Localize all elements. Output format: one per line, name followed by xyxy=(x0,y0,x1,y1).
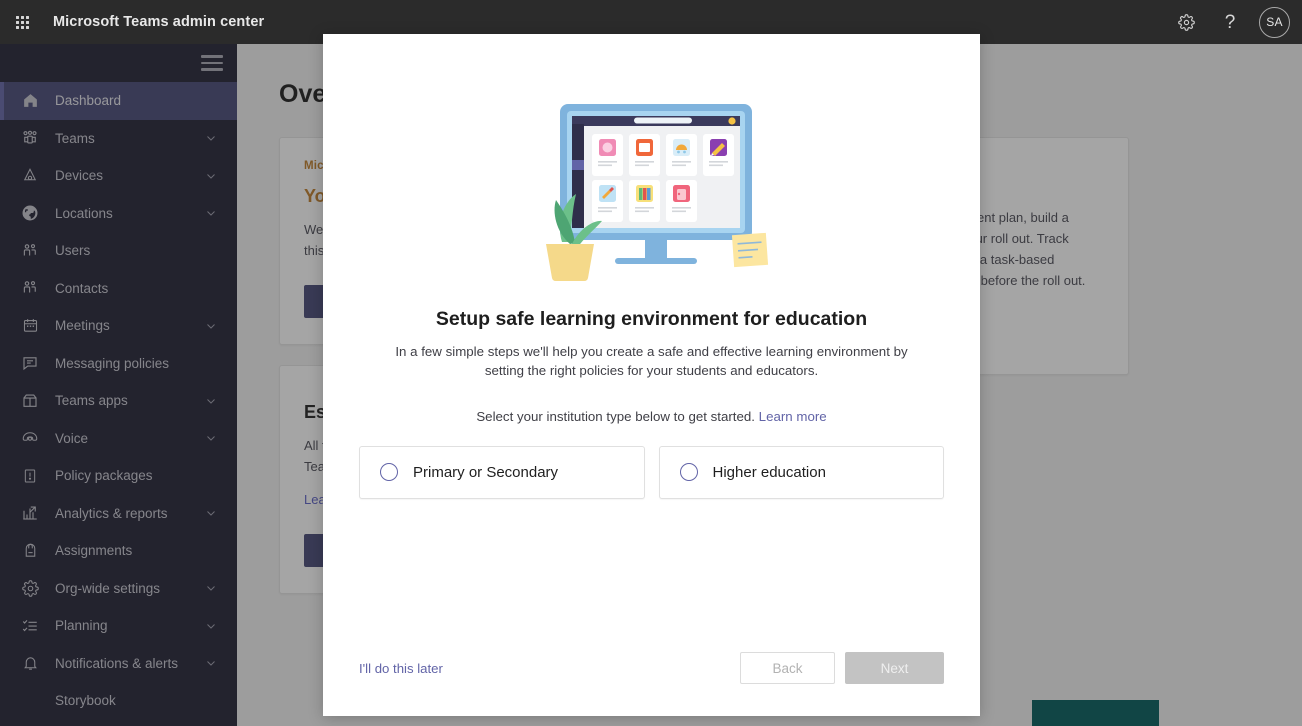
gear-icon[interactable] xyxy=(1164,0,1208,44)
modal-footer-buttons: Back Next xyxy=(740,652,944,684)
radio-icon[interactable] xyxy=(380,463,398,482)
option-higher-education[interactable]: Higher education xyxy=(658,445,944,499)
app-root: Microsoft Teams admin center ? SA Dashbo… xyxy=(0,0,1302,726)
do-this-later-link[interactable]: I'll do this later xyxy=(359,661,443,676)
institution-type-options: Primary or Secondary Higher education xyxy=(359,445,944,499)
monitor-with-education-apps-illustration xyxy=(526,102,778,287)
option-label: Primary or Secondary xyxy=(413,463,559,481)
help-icon[interactable]: ? xyxy=(1208,0,1252,44)
modal-subtitle: In a few simple steps we'll help you cre… xyxy=(395,344,908,378)
app-title: Microsoft Teams admin center xyxy=(53,14,265,30)
option-primary-or-secondary[interactable]: Primary or Secondary xyxy=(359,445,645,499)
modal-footer: I'll do this later Back Next xyxy=(323,620,980,716)
learn-more-link[interactable]: Learn more xyxy=(759,409,827,424)
back-button[interactable]: Back xyxy=(740,652,835,684)
next-button[interactable]: Next xyxy=(845,652,944,684)
select-prompt-text: Select your institution type below to ge… xyxy=(476,408,755,424)
radio-icon[interactable] xyxy=(679,463,698,482)
avatar[interactable]: SA xyxy=(1259,6,1290,38)
modal-select-prompt: Select your institution type below to ge… xyxy=(359,409,944,424)
topbar-actions: ? SA xyxy=(1164,0,1302,44)
help-glyph: ? xyxy=(1224,11,1236,33)
education-setup-modal: Setup safe learning environment for educ… xyxy=(323,34,980,716)
option-label: Higher education xyxy=(712,463,826,481)
modal-body: Setup safe learning environment for educ… xyxy=(323,34,980,620)
modal-title: Setup safe learning environment for educ… xyxy=(435,308,868,330)
app-launcher-icon[interactable] xyxy=(0,0,44,44)
